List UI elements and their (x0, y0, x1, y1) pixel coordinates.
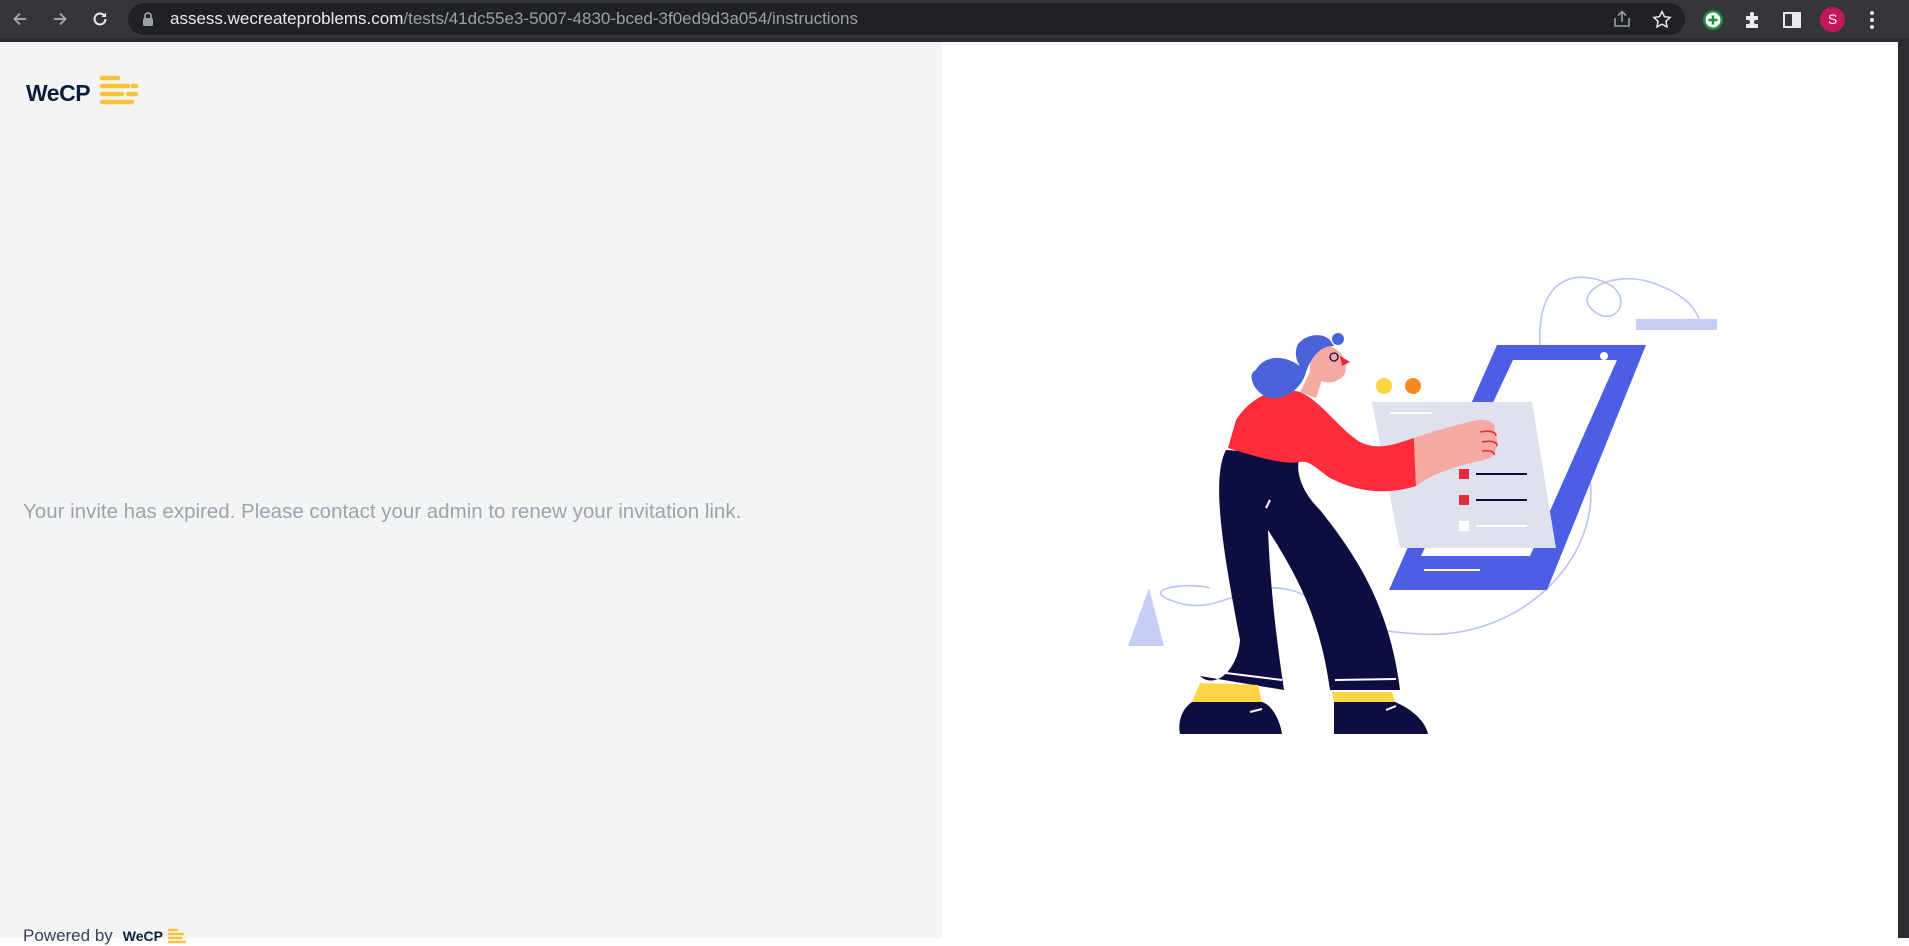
decor-dot-orange (1405, 378, 1421, 394)
reload-icon[interactable] (86, 6, 114, 32)
footer-logo-mark-icon (167, 928, 187, 944)
decor-dot-yellow (1376, 378, 1392, 394)
url-text[interactable]: assess.wecreateproblems.com/tests/41dc55… (170, 3, 858, 35)
powered-by: Powered by WeCP (23, 926, 187, 946)
back-icon[interactable] (6, 6, 34, 32)
left-panel: WeCP Your invite has expired. Please con… (0, 42, 942, 945)
menu-icon[interactable] (1860, 8, 1884, 32)
decor-triangle (1128, 588, 1164, 646)
wecp-logo[interactable]: WeCP (26, 74, 140, 113)
side-panel-icon[interactable] (1780, 8, 1804, 32)
browser-toolbar: assess.wecreateproblems.com/tests/41dc55… (0, 0, 1909, 38)
profile-avatar[interactable]: S (1820, 7, 1845, 32)
decor-bar (1636, 319, 1717, 330)
star-icon[interactable] (1652, 9, 1672, 29)
address-bar[interactable]: assess.wecreateproblems.com/tests/41dc55… (128, 3, 1685, 35)
footer-logo[interactable]: WeCP (123, 928, 187, 944)
powered-by-label: Powered by (23, 926, 113, 945)
url-host: assess.wecreateproblems.com (170, 9, 404, 28)
lock-icon[interactable] (142, 12, 154, 31)
footer-logo-text: WeCP (122, 928, 163, 944)
url-path: /tests/41dc55e3-5007-4830-bced-3f0ed9d3a… (403, 9, 858, 28)
extensions-icon[interactable] (1741, 8, 1765, 32)
scrollbar-track[interactable] (1898, 42, 1909, 938)
expired-invite-message: Your invite has expired. Please contact … (23, 500, 742, 523)
checklist-illustration (1128, 276, 1717, 734)
forward-icon[interactable] (46, 6, 74, 32)
logo-mark-icon (98, 74, 140, 113)
share-icon[interactable] (1612, 10, 1632, 28)
add-extension-icon[interactable] (1701, 8, 1725, 32)
logo-text: WeCP (26, 80, 91, 106)
right-panel (942, 42, 1898, 938)
